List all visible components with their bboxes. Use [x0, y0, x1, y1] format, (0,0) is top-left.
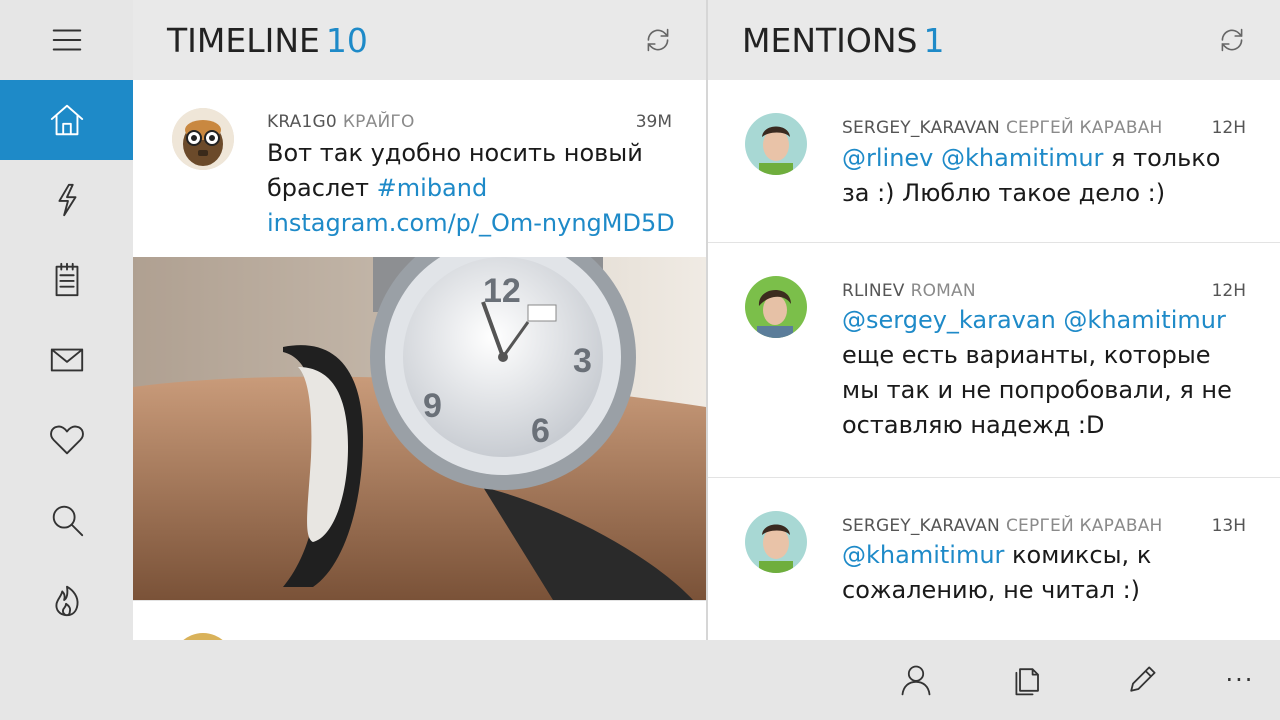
timeline-title-label: TIMELINE — [167, 20, 320, 60]
tweet-time: 39M — [635, 112, 672, 132]
mentions-refresh-button[interactable] — [1214, 22, 1250, 58]
nav-favorites[interactable] — [0, 400, 133, 480]
refresh-icon — [1221, 28, 1243, 52]
mentions-title-label: MENTIONS — [742, 20, 918, 60]
mentions-title: MENTIONS 1 — [742, 21, 945, 60]
timeline-list: KRA1G0 КРАЙГО 39M Вот так удобно носить н… — [133, 80, 706, 640]
mentions-list: SERGEY_KARAVAN СЕРГЕЙ КАРАВАН 12H @rlinev… — [708, 80, 1280, 640]
svg-text:6: 6 — [531, 412, 550, 450]
refresh-icon — [647, 28, 669, 52]
tweet-text: Вот так удобно носить новый браслет #mib… — [267, 136, 677, 251]
heart-icon — [49, 425, 84, 455]
mention-body-text: еще есть варианты, которые мы так и не п… — [842, 341, 1232, 439]
copy-icon — [1015, 668, 1039, 696]
mention-username: SERGEY_KARAVAN — [842, 118, 1000, 138]
compose-icon — [1130, 666, 1156, 692]
tweet-author[interactable]: KRA1G0 КРАЙГО — [267, 112, 415, 132]
profile-button[interactable] — [896, 660, 936, 700]
mention-link[interactable]: @sergey_karavan @khamitimur — [842, 306, 1226, 334]
avatar[interactable] — [745, 276, 807, 338]
mention-display-name: СЕРГЕЙ КАРАВАН — [1005, 516, 1163, 536]
avatar[interactable] — [172, 108, 234, 170]
mention-author[interactable]: SERGEY_KARAVAN СЕРГЕЙ КАРАВАН — [842, 118, 1163, 138]
timeline-unread-count: 10 — [325, 20, 368, 60]
list-icon — [55, 262, 78, 297]
lightning-icon — [57, 183, 76, 217]
mention-username: SERGEY_KARAVAN — [842, 516, 1000, 536]
timeline-refresh-button[interactable] — [640, 22, 676, 58]
timeline-title: TIMELINE 10 — [167, 21, 368, 60]
nav-trending[interactable] — [0, 560, 133, 640]
mention-text: @sergey_karavan @khamitimur еще есть вар… — [842, 303, 1242, 443]
timeline-header: TIMELINE 10 — [133, 0, 706, 80]
nav-search[interactable] — [0, 480, 133, 560]
mention-username: RLINEV — [842, 281, 905, 301]
menu-icon — [52, 29, 81, 51]
tweet-separator — [708, 477, 1280, 478]
more-options-button[interactable]: ··· — [1220, 660, 1260, 700]
app-bar: ··· — [133, 640, 1280, 720]
app-window: TIMELINE 10 MENTIONS 1 KRA1G0 КРАЙГО 39M… — [0, 0, 1280, 720]
search-icon — [52, 505, 83, 537]
accounts-button[interactable] — [1009, 660, 1049, 700]
mentions-unread-count: 1 — [923, 20, 945, 60]
tweet-username: KRA1G0 — [267, 112, 337, 132]
nav-rail — [0, 0, 133, 720]
mention-text: @khamitimur комиксы, к сожалению, не чит… — [842, 538, 1222, 608]
svg-text:3: 3 — [573, 342, 592, 380]
nav-home[interactable] — [0, 80, 133, 160]
mention-text: @rlinev @khamitimur я только за :) Люблю… — [842, 141, 1222, 211]
hamburger-menu-button[interactable] — [0, 0, 133, 80]
tweet-separator — [708, 242, 1280, 243]
mention-author[interactable]: SERGEY_KARAVAN СЕРГЕЙ КАРАВАН — [842, 516, 1163, 536]
nav-lists[interactable] — [0, 240, 133, 320]
nav-messages[interactable] — [0, 320, 133, 400]
mention-author[interactable]: RLINEV ROMAN — [842, 281, 976, 301]
mention-time: 12H — [1211, 281, 1246, 301]
mention-time: 12H — [1211, 118, 1246, 138]
mention-display-name: СЕРГЕЙ КАРАВАН — [1005, 118, 1163, 138]
avatar[interactable] — [745, 113, 807, 175]
nav-activity[interactable] — [0, 160, 133, 240]
mention-time: 13H — [1211, 516, 1246, 536]
hashtag-link[interactable]: #miband — [377, 174, 488, 202]
mention-link[interactable]: @rlinev @khamitimur — [842, 144, 1103, 172]
tweet-separator — [133, 600, 706, 601]
svg-text:12: 12 — [483, 272, 521, 310]
tweet-display-name: КРАЙГО — [342, 112, 415, 132]
svg-text:9: 9 — [423, 387, 442, 425]
tweet-url-link[interactable]: instagram.com/p/_Om-nyngMD5D... — [267, 206, 677, 241]
mail-icon — [50, 348, 83, 372]
mention-display-name: ROMAN — [910, 281, 976, 301]
fire-icon — [54, 585, 78, 617]
mention-link[interactable]: @khamitimur — [842, 541, 1004, 569]
person-icon — [901, 665, 931, 696]
avatar[interactable] — [745, 511, 807, 573]
home-icon — [50, 104, 83, 136]
tweet-photo[interactable]: 12 3 6 9 — [133, 257, 706, 600]
avatar-partial[interactable] — [172, 633, 234, 640]
compose-button[interactable] — [1122, 660, 1162, 700]
mentions-header: MENTIONS 1 — [708, 0, 1280, 80]
